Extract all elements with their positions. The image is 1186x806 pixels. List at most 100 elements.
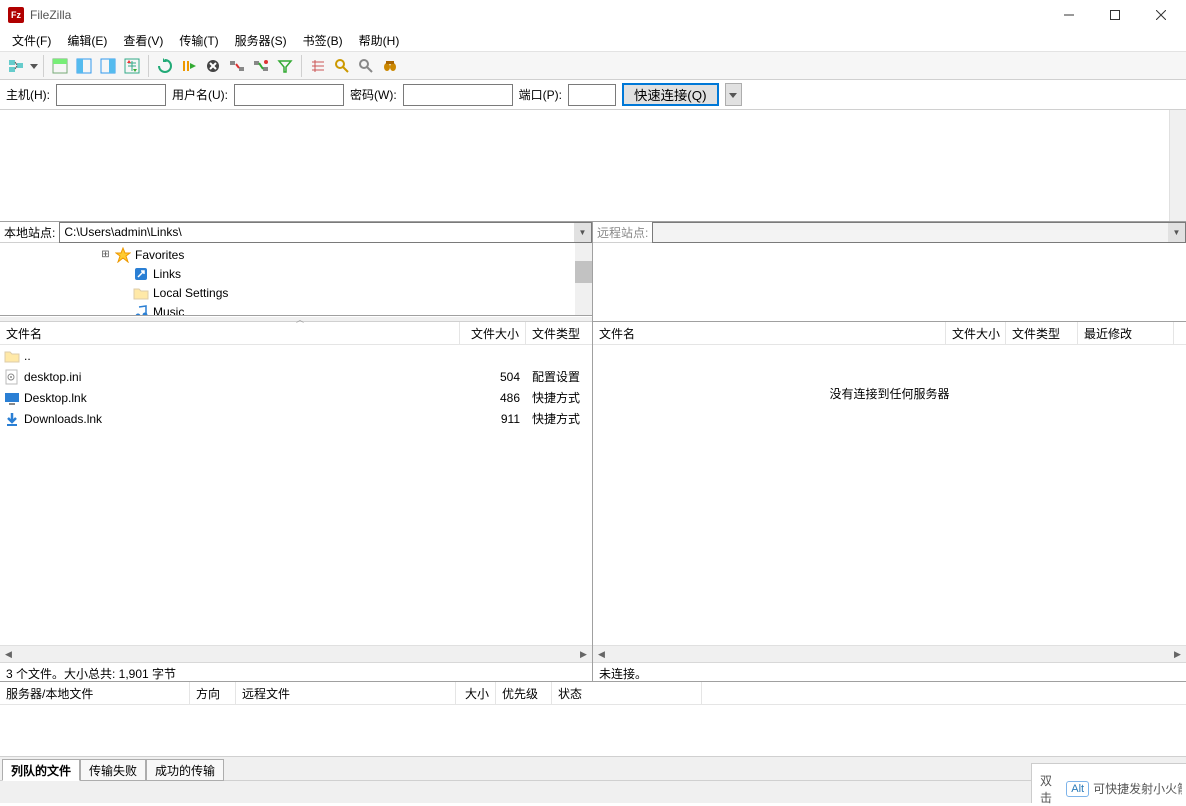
- tab-queued[interactable]: 列队的文件: [2, 759, 80, 781]
- local-status: 3 个文件。大小总共: 1,901 字节: [0, 662, 592, 682]
- local-path-input[interactable]: [59, 222, 592, 243]
- local-file-list[interactable]: 文件名 文件大小 文件类型 .. desktop.ini504配置设置 Deskto…: [0, 322, 592, 662]
- local-hscroll[interactable]: ◀▶: [0, 645, 592, 662]
- tree-item[interactable]: Music: [100, 302, 592, 316]
- minimize-button[interactable]: [1046, 0, 1092, 30]
- remote-status: 未连接。: [593, 662, 1186, 682]
- user-input[interactable]: [234, 84, 344, 106]
- qcol-dir[interactable]: 方向: [190, 682, 236, 704]
- col-size[interactable]: 文件大小: [460, 322, 526, 344]
- remote-site-label: 远程站点:: [593, 224, 652, 241]
- tab-failed[interactable]: 传输失败: [80, 759, 146, 781]
- quickconnect-dropdown[interactable]: [725, 83, 742, 106]
- col-type[interactable]: 文件类型: [526, 322, 592, 344]
- file-name: Downloads.lnk: [24, 412, 102, 426]
- menubar: 文件(F) 编辑(E) 查看(V) 传输(T) 服务器(S) 书签(B) 帮助(…: [0, 30, 1186, 51]
- folder-icon: [133, 285, 149, 301]
- rcol-size[interactable]: 文件大小: [946, 322, 1006, 344]
- tip-post: 可快捷发射小火箭: [1093, 780, 1182, 797]
- link-icon: [133, 266, 149, 282]
- up-icon: [4, 348, 20, 364]
- tree-item-label: Local Settings: [153, 286, 228, 300]
- file-row[interactable]: Downloads.lnk 911快捷方式: [0, 408, 592, 429]
- qcol-status[interactable]: 状态: [552, 682, 702, 704]
- rcol-name[interactable]: 文件名: [593, 322, 946, 344]
- file-row[interactable]: ..: [0, 345, 592, 366]
- tip-pre: 双击: [1040, 772, 1062, 806]
- file-name: desktop.ini: [24, 370, 81, 384]
- ini-icon: [4, 369, 20, 385]
- local-tree-scrollbar[interactable]: [575, 243, 592, 315]
- desktop-icon: [4, 390, 20, 406]
- pass-label: 密码(W):: [350, 86, 397, 103]
- quickconnect-button[interactable]: 快速连接(Q): [622, 83, 719, 106]
- file-row[interactable]: desktop.ini504配置设置: [0, 366, 592, 387]
- tab-success[interactable]: 成功的传输: [146, 759, 224, 781]
- local-tree[interactable]: ⊞Favorites Links Local Settings Music: [0, 243, 592, 316]
- col-name[interactable]: 文件名: [0, 322, 460, 344]
- remote-empty: 没有连接到任何服务器: [593, 385, 1186, 402]
- remote-hscroll[interactable]: ◀▶: [593, 645, 1186, 662]
- qcol-prio[interactable]: 优先级: [496, 682, 552, 704]
- file-type: 配置设置: [526, 368, 592, 385]
- tree-item[interactable]: Links: [100, 264, 592, 283]
- log-scrollbar[interactable]: [1169, 110, 1186, 221]
- titlebar: Fz FileZilla: [0, 0, 1186, 30]
- port-label: 端口(P):: [519, 86, 562, 103]
- remote-path-input: [652, 222, 1186, 243]
- toolbar: [0, 51, 1186, 80]
- tree-item[interactable]: Local Settings: [100, 283, 592, 302]
- file-size: 486: [460, 391, 526, 405]
- tree-item-label: Links: [153, 267, 181, 281]
- split-handle[interactable]: ︿: [0, 316, 592, 322]
- qcol-server[interactable]: 服务器/本地文件: [0, 682, 190, 704]
- remote-tree: [593, 243, 1186, 322]
- menu-file[interactable]: 文件(F): [6, 30, 57, 51]
- file-row[interactable]: Desktop.lnk486快捷方式: [0, 387, 592, 408]
- quickconnect-bar: 主机(H): 用户名(U): 密码(W): 端口(P): 快速连接(Q): [0, 80, 1186, 110]
- search-button[interactable]: [355, 55, 377, 77]
- menu-view[interactable]: 查看(V): [117, 30, 169, 51]
- menu-help[interactable]: 帮助(H): [353, 30, 406, 51]
- process-queue-button[interactable]: [178, 55, 200, 77]
- rcol-type[interactable]: 文件类型: [1006, 322, 1078, 344]
- sitemanager-button[interactable]: [6, 55, 28, 77]
- qcol-size[interactable]: 大小: [456, 682, 496, 704]
- qcol-remote[interactable]: 远程文件: [236, 682, 456, 704]
- tip-overlay: 双击 Alt 可快捷发射小火箭: [1031, 763, 1186, 803]
- binoculars-button[interactable]: [379, 55, 401, 77]
- cancel-button[interactable]: [202, 55, 224, 77]
- file-type: 快捷方式: [526, 410, 592, 427]
- disconnect-button[interactable]: [226, 55, 248, 77]
- file-name: ..: [24, 349, 31, 363]
- file-name: Desktop.lnk: [24, 391, 87, 405]
- toggle-log-button[interactable]: [49, 55, 71, 77]
- remote-pane: 远程站点: ▼ 文件名 文件大小 文件类型 最近修改 没有连接到任何服务器 ◀▶…: [593, 222, 1186, 682]
- menu-edit[interactable]: 编辑(E): [61, 30, 113, 51]
- file-size: 911: [460, 412, 526, 426]
- transfer-queue: 服务器/本地文件 方向 远程文件 大小 优先级 状态: [0, 682, 1186, 757]
- toggle-local-tree-button[interactable]: [73, 55, 95, 77]
- close-button[interactable]: [1138, 0, 1184, 30]
- pass-input[interactable]: [403, 84, 513, 106]
- port-input[interactable]: [568, 84, 616, 106]
- rcol-mod[interactable]: 最近修改: [1078, 322, 1174, 344]
- menu-bookmark[interactable]: 书签(B): [297, 30, 349, 51]
- tree-item-label: Favorites: [135, 248, 184, 262]
- compare-button[interactable]: [307, 55, 329, 77]
- menu-transfer[interactable]: 传输(T): [173, 30, 224, 51]
- toggle-queue-button[interactable]: [121, 55, 143, 77]
- toggle-remote-tree-button[interactable]: [97, 55, 119, 77]
- rcol-extra[interactable]: [1174, 322, 1186, 344]
- host-input[interactable]: [56, 84, 166, 106]
- music-icon: [133, 304, 149, 317]
- maximize-button[interactable]: [1092, 0, 1138, 30]
- reconnect-button[interactable]: [250, 55, 272, 77]
- menu-server[interactable]: 服务器(S): [229, 30, 293, 51]
- tree-item[interactable]: ⊞Favorites: [100, 245, 592, 264]
- refresh-button[interactable]: [154, 55, 176, 77]
- queue-tabs: 列队的文件 传输失败 成功的传输: [0, 757, 1186, 781]
- dropdown-icon[interactable]: [30, 58, 38, 74]
- filter-button[interactable]: [274, 55, 296, 77]
- sync-browse-button[interactable]: [331, 55, 353, 77]
